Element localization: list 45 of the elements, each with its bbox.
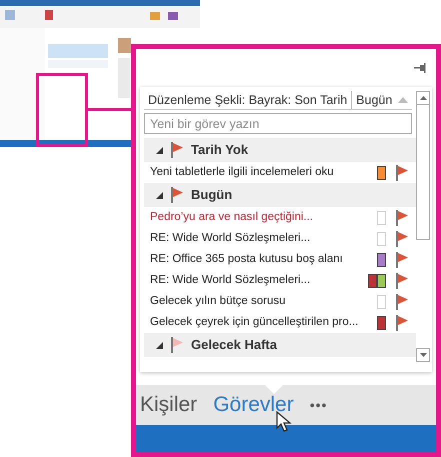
navigation-tab[interactable]: Kişiler <box>140 389 198 421</box>
task-title[interactable]: RE: Wide World Sözleşmeleri... <box>150 230 366 248</box>
arrange-label[interactable]: Düzenleme Şekli: Bayrak: Son Tarih <box>144 90 352 110</box>
group-title: Tarih Yok <box>191 141 248 160</box>
scroll-up-button[interactable] <box>416 91 430 105</box>
mouse-cursor-icon <box>276 411 292 433</box>
task-title[interactable]: Gelecek çeyrek için güncelleştirilen pro... <box>150 314 366 332</box>
flag-icon <box>396 252 408 268</box>
task-title[interactable]: RE: Office 365 posta kutusu boş alanı <box>150 250 366 268</box>
task-title[interactable]: RE: Wide World Sözleşmeleri... <box>150 272 366 290</box>
task-title[interactable]: Gelecek yılın bütçe sorusu <box>150 292 366 310</box>
task-title[interactable]: Pedro’yu ara ve nasıl geçtiğini... <box>150 208 366 226</box>
group-header[interactable]: Gelecek Hafta <box>144 333 416 357</box>
flag-icon <box>396 272 408 288</box>
flag-icon <box>396 230 408 246</box>
down-arrow-icon <box>420 353 426 357</box>
pin-icon[interactable] <box>414 63 426 73</box>
category-box[interactable] <box>377 274 386 288</box>
flag-icon <box>396 164 408 180</box>
callout-pointer-icon <box>264 384 284 394</box>
flag-icon <box>396 314 408 330</box>
group-title: Bugün <box>191 186 232 204</box>
scroll-down-button[interactable] <box>416 348 430 362</box>
group-flag-icon <box>171 337 183 353</box>
navigation-tab[interactable]: Görevler <box>213 389 294 421</box>
expand-triangle-icon[interactable] <box>156 192 163 198</box>
new-task-field[interactable]: Yeni bir görev yazın <box>144 113 412 134</box>
group-header[interactable]: Bugün <box>144 183 416 207</box>
category-box[interactable] <box>377 316 386 330</box>
category-box[interactable] <box>377 252 386 266</box>
task-title[interactable]: Yeni tabletlerle ilgili incelemeleri oku <box>150 164 366 182</box>
sort-label[interactable]: Bugün <box>352 90 392 110</box>
flag-icon <box>396 210 408 226</box>
group-flag-icon <box>171 142 183 158</box>
scroll-thumb[interactable] <box>416 105 430 240</box>
group-flag-icon <box>171 187 183 203</box>
more-button[interactable]: ••• <box>310 394 328 416</box>
flag-icon <box>396 294 408 310</box>
expand-triangle-icon[interactable] <box>156 342 163 348</box>
expand-triangle-icon[interactable] <box>156 146 163 154</box>
up-arrow-icon <box>420 96 426 100</box>
category-box[interactable] <box>377 166 386 180</box>
group-title: Gelecek Hafta <box>191 336 277 354</box>
category-box[interactable] <box>368 274 377 288</box>
group-header[interactable]: Tarih Yok <box>144 138 416 162</box>
